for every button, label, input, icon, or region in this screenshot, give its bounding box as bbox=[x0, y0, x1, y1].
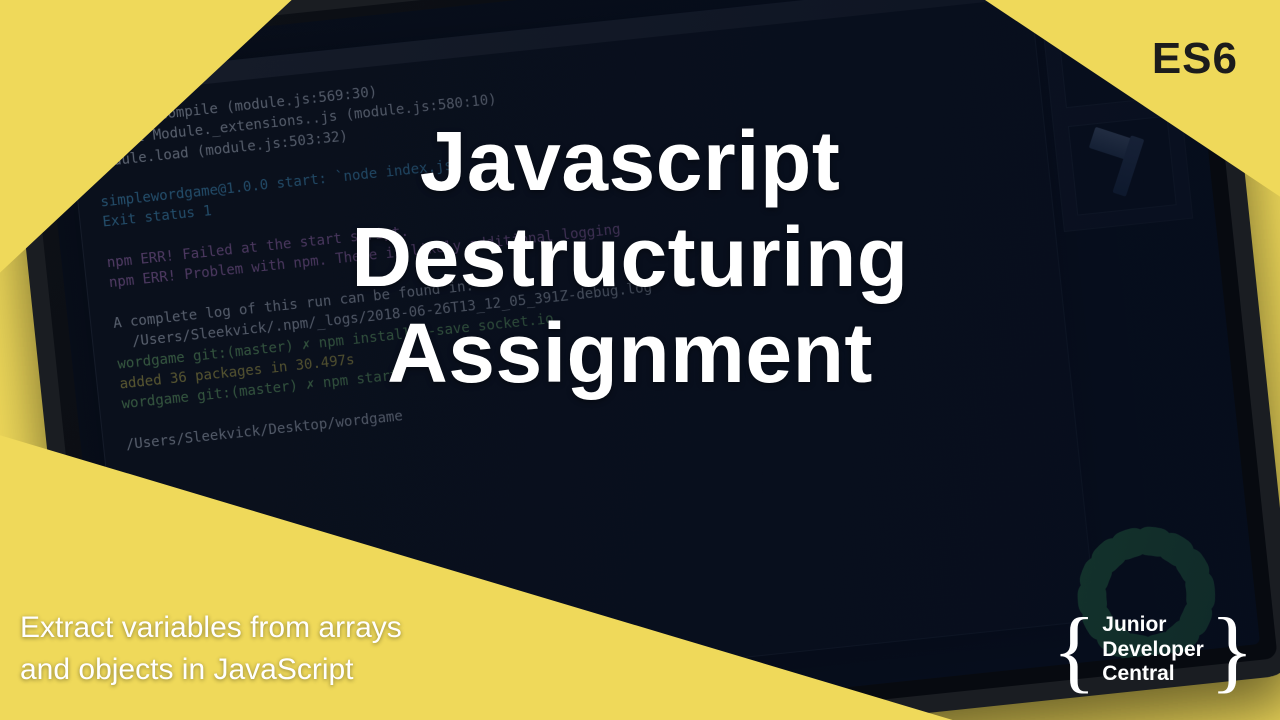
subtitle-line-2: and objects in JavaScript bbox=[20, 649, 620, 692]
brand-line-2: Developer bbox=[1102, 638, 1204, 663]
brace-open-icon: { bbox=[1052, 604, 1096, 696]
subtitle-line-1: Extract variables from arrays bbox=[20, 607, 620, 650]
dock-app-xcode bbox=[1068, 116, 1177, 216]
subtitle: Extract variables from arrays and object… bbox=[20, 607, 620, 692]
title-line-1: Javascript bbox=[260, 114, 1000, 210]
thumbnail-stage: Module .compile (module.js:569:30) Objec… bbox=[0, 0, 1280, 720]
brace-close-icon: } bbox=[1210, 604, 1254, 696]
title-line-2: Destructuring bbox=[260, 210, 1000, 306]
title-line-3: Assignment bbox=[260, 306, 1000, 402]
brand-logo: { Junior Developer Central } bbox=[1052, 604, 1254, 696]
main-title: Javascript Destructuring Assignment bbox=[260, 114, 1000, 401]
brand-line-3: Central bbox=[1102, 662, 1204, 687]
brand-line-1: Junior bbox=[1102, 613, 1204, 638]
hammer-icon bbox=[1084, 127, 1161, 204]
